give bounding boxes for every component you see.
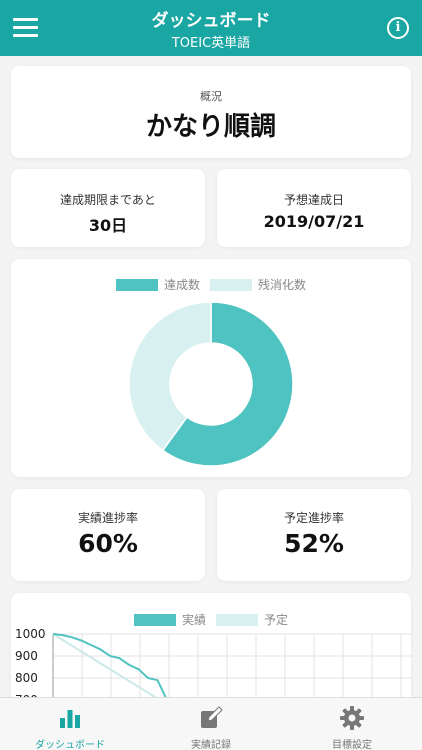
- actual-rate-value: 60%: [78, 529, 138, 558]
- y-tick-label: 800: [15, 671, 38, 685]
- tab-dashboard[interactable]: ダッシュボード: [0, 698, 140, 750]
- planned-rate-value: 52%: [284, 529, 344, 558]
- deadline-card: 達成期限まであと 30日: [11, 169, 205, 247]
- tab-label: 実績記録: [191, 740, 231, 750]
- gear-icon: [340, 706, 364, 730]
- tab-goal-setting[interactable]: 目標設定: [282, 698, 422, 750]
- edit-icon: [201, 706, 223, 728]
- donut-chart-card: 達成数 残消化数: [11, 259, 411, 477]
- tab-record[interactable]: 実績記録: [141, 698, 281, 750]
- tab-label: ダッシュボード: [35, 740, 105, 750]
- series-line-planned: [52, 633, 168, 706]
- actual-rate-label: 実績進捗率: [77, 511, 138, 525]
- app-header: ダッシュボード TOEIC英単語 i: [0, 0, 422, 56]
- tab-bar: ダッシュボード 実績記録 目標設定: [0, 697, 422, 750]
- status-label: 概況: [200, 90, 222, 103]
- y-tick-label: 1000: [15, 627, 46, 641]
- expected-date-card: 予想達成日 2019/07/21: [217, 169, 411, 247]
- deadline-value: 30日: [88, 216, 128, 235]
- bar-chart-icon: [60, 710, 80, 728]
- expected-date-label: 予想達成日: [283, 193, 344, 207]
- status-card: 概況 かなり順調: [11, 66, 411, 158]
- planned-rate-label: 予定進捗率: [283, 511, 344, 525]
- planned-rate-card: 予定進捗率 52%: [217, 489, 411, 581]
- status-value: かなり順調: [145, 112, 276, 142]
- expected-date-value: 2019/07/21: [263, 212, 365, 231]
- donut-chart: [128, 301, 294, 467]
- page-subtitle: TOEIC英単語: [171, 36, 251, 51]
- info-icon[interactable]: i: [387, 17, 409, 39]
- actual-rate-card: 実績進捗率 60%: [11, 489, 205, 581]
- tab-label: 目標設定: [332, 740, 372, 750]
- y-tick-label: 900: [15, 649, 38, 663]
- page-title: ダッシュボード: [151, 11, 271, 31]
- deadline-label: 達成期限まであと: [60, 193, 156, 207]
